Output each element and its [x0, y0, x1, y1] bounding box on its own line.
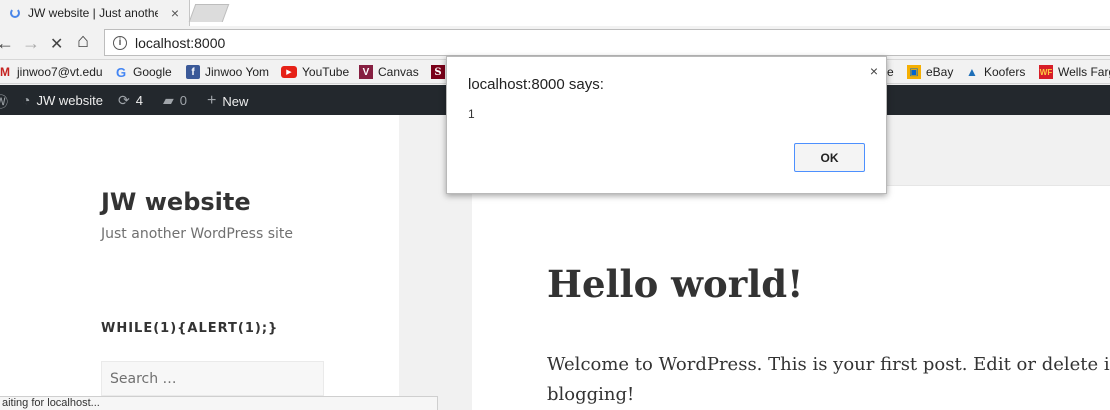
- site-title[interactable]: JW website: [101, 188, 251, 216]
- bookmark-wellsfargo[interactable]: WF Wells Farg: [1039, 63, 1110, 81]
- tab-close-icon[interactable]: ×: [171, 5, 179, 21]
- dialog-close-icon[interactable]: ×: [870, 63, 878, 79]
- bookmark-label: Canvas: [378, 65, 419, 79]
- alert-dialog: × localhost:8000 says: 1 OK: [446, 56, 887, 194]
- adminbar-site[interactable]: ◔ JW website: [22, 92, 103, 108]
- address-bar[interactable]: i localhost:8000: [104, 29, 1110, 56]
- post-line: Welcome to WordPress. This is your first…: [547, 354, 1110, 375]
- adminbar-comments[interactable]: ▰ 0: [163, 92, 187, 109]
- updates-count: 4: [135, 93, 143, 108]
- bookmark-label: e: [887, 65, 894, 79]
- comment-icon: ▰: [163, 92, 174, 108]
- s-icon: S: [431, 65, 445, 79]
- post-content: Welcome to WordPress. This is your first…: [547, 350, 1110, 410]
- info-icon[interactable]: i: [113, 35, 127, 50]
- facebook-icon: f: [186, 65, 200, 79]
- gmail-icon: M: [0, 65, 10, 79]
- bookmark-label: Jinwoo Yom: [205, 65, 270, 79]
- bookmark-ebay[interactable]: ▣ eBay: [907, 63, 953, 81]
- back-icon[interactable]: ←: [0, 33, 14, 54]
- home-icon[interactable]: ⌂: [77, 30, 89, 53]
- status-bubble: aiting for localhost...: [0, 396, 438, 410]
- bookmark-label: Wells Farg: [1058, 65, 1110, 79]
- bookmark-canvas[interactable]: V Canvas: [359, 63, 419, 81]
- new-label: New: [222, 93, 249, 109]
- adminbar-site-label: JW website: [36, 92, 103, 108]
- plus-icon: +: [207, 92, 217, 109]
- post-line: blogging!: [547, 384, 635, 405]
- tab-title: JW website | Just another: [28, 6, 158, 20]
- post-title[interactable]: Hello world!: [547, 262, 803, 306]
- adminbar-new[interactable]: + New: [207, 92, 248, 110]
- wellsfargo-icon: WF: [1039, 65, 1053, 79]
- bookmark-facebook[interactable]: f Jinwoo Yom: [186, 63, 269, 81]
- widget-title: WHILE(1){ALERT(1);}: [101, 321, 279, 336]
- dialog-title: localhost:8000 says:: [468, 76, 604, 93]
- wordpress-logo-icon[interactable]: Ⓦ: [0, 92, 14, 112]
- site-description: Just another WordPress site: [101, 226, 294, 242]
- bookmark-gmail[interactable]: M jinwoo7@vt.edu: [0, 63, 103, 81]
- bookmark-koofers[interactable]: ▲ Koofers: [965, 63, 1025, 81]
- search-input[interactable]: Search …: [101, 361, 324, 396]
- bookmark-google[interactable]: G Google: [114, 63, 172, 81]
- bookmark-label: jinwoo7@vt.edu: [17, 65, 103, 79]
- loading-spinner-icon: [10, 8, 20, 18]
- adminbar-updates[interactable]: ⟳ 4: [118, 92, 143, 109]
- updates-icon: ⟳: [118, 92, 130, 108]
- canvas-icon: V: [359, 65, 373, 79]
- bookmark-label: Google: [133, 65, 172, 79]
- bookmark-label: eBay: [926, 65, 954, 79]
- tab-strip: JW website | Just another ×: [0, 0, 1110, 26]
- url-text: localhost:8000: [135, 34, 226, 51]
- bookmark-label: Koofers: [984, 65, 1026, 79]
- comments-count: 0: [179, 93, 188, 108]
- google-icon: G: [115, 64, 127, 80]
- bookmark-youtube[interactable]: ▶ YouTube: [281, 63, 349, 81]
- new-tab-button[interactable]: [188, 4, 230, 22]
- koofers-icon: ▲: [966, 65, 978, 79]
- dashboard-icon: ◔: [22, 92, 31, 108]
- ebay-icon: ▣: [907, 65, 921, 79]
- browser-toolbar: ← → ✕ ⌂ i localhost:8000: [0, 26, 1110, 60]
- stop-icon[interactable]: ✕: [50, 34, 63, 54]
- bookmark-e[interactable]: e: [887, 63, 894, 81]
- youtube-icon: ▶: [281, 66, 297, 78]
- browser-tab[interactable]: JW website | Just another ×: [0, 0, 190, 26]
- dialog-message: 1: [468, 107, 475, 121]
- ok-button[interactable]: OK: [794, 143, 865, 172]
- bookmark-label: YouTube: [302, 65, 350, 79]
- forward-icon[interactable]: →: [22, 33, 40, 54]
